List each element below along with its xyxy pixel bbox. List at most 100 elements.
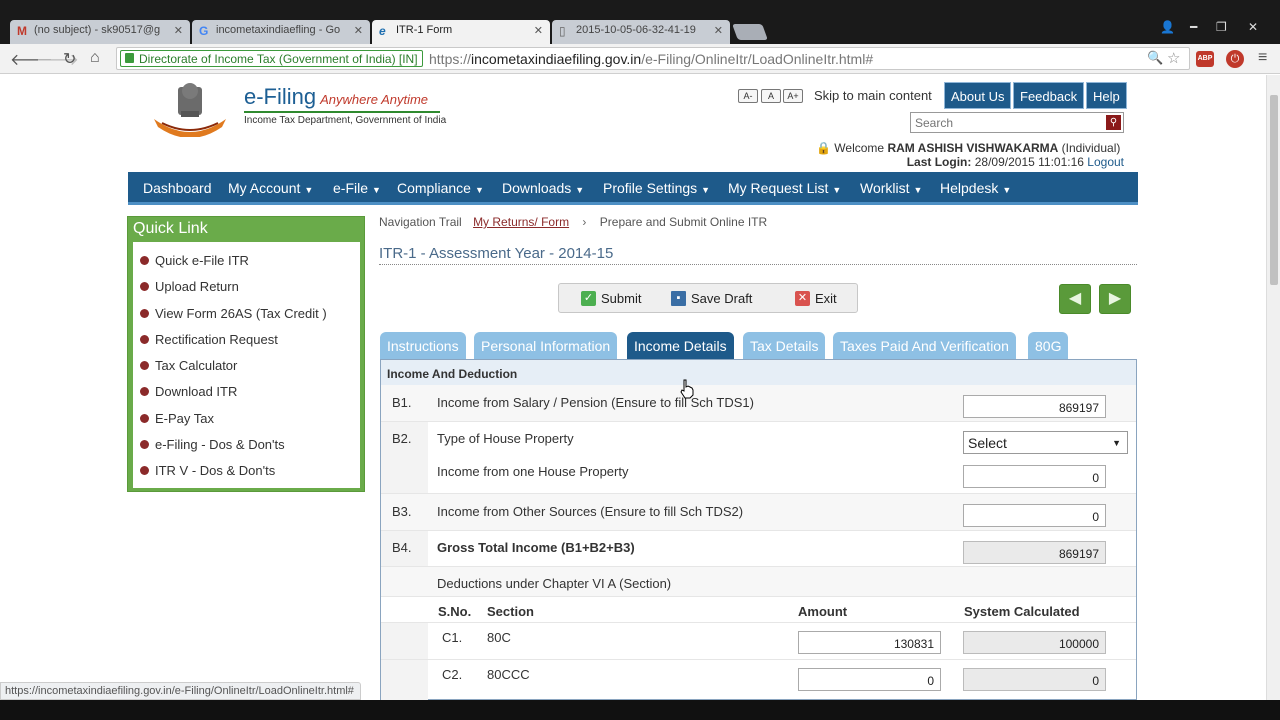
page-title: ITR-1 - Assessment Year - 2014-15 xyxy=(379,245,614,262)
quick-link-item[interactable]: Quick e-File ITR xyxy=(140,253,249,268)
menu-my-request-list[interactable]: My Request List ▼ xyxy=(728,180,841,196)
about-us-button[interactable]: About Us xyxy=(944,82,1012,109)
brand-title[interactable]: e-Filing Anywhere Anytime xyxy=(244,84,428,110)
user-profile-icon[interactable]: 👤 xyxy=(1160,20,1175,34)
tab-income-details[interactable]: Income Details xyxy=(627,332,734,359)
user-name: RAM ASHISH VISHWAKARMA xyxy=(887,141,1059,155)
save-draft-button[interactable]: ▪ Save Draft xyxy=(671,291,752,307)
section-name: 80C xyxy=(487,630,511,645)
brand-divider xyxy=(244,111,440,113)
previous-arrow-button[interactable]: ◀ xyxy=(1059,284,1091,314)
url-text[interactable]: https://incometaxindiaefiling.gov.in/e-F… xyxy=(429,51,873,67)
quick-link-list: Quick e-File ITR Upload Return View Form… xyxy=(133,242,360,488)
page-scrollbar[interactable] xyxy=(1266,75,1280,700)
search-icon[interactable]: ⚲ xyxy=(1106,115,1121,130)
caret-down-icon: ▼ xyxy=(1002,185,1012,195)
skip-to-main-link[interactable]: Skip to main content xyxy=(814,88,932,103)
quick-link-item[interactable]: Tax Calculator xyxy=(140,358,237,373)
search-input[interactable] xyxy=(911,113,1101,132)
quick-link-item[interactable]: Download ITR xyxy=(140,384,237,399)
menu-icon[interactable]: ≡ xyxy=(1258,49,1267,67)
next-arrow-button[interactable]: ▶ xyxy=(1099,284,1131,314)
home-icon[interactable]: ⌂ xyxy=(90,49,100,67)
menu-dashboard[interactable]: Dashboard xyxy=(143,180,212,196)
other-sources-income-field[interactable]: 0 xyxy=(963,504,1106,527)
font-decrease-button[interactable]: A- xyxy=(738,89,758,103)
window-close-icon[interactable]: ✕ xyxy=(1248,20,1258,34)
scrollbar-thumb[interactable] xyxy=(1270,95,1278,285)
exit-button[interactable]: ✕ Exit xyxy=(795,291,837,307)
new-tab-button[interactable] xyxy=(732,24,768,40)
tab-tax-details[interactable]: Tax Details xyxy=(743,332,826,359)
tab-instructions[interactable]: Instructions xyxy=(380,332,466,359)
menu-my-account[interactable]: My Account ▼ xyxy=(228,180,313,196)
house-property-income-field[interactable]: 0 xyxy=(963,465,1106,488)
bullet-icon xyxy=(140,361,149,371)
caret-down-icon: ▼ xyxy=(304,185,314,195)
income-details-form: Income And Deduction B1. Income from Sal… xyxy=(380,359,1137,700)
salary-income-field[interactable]: 869197 xyxy=(963,395,1106,418)
main-menu: Dashboard My Account ▼ e-File ▼ Compliance… xyxy=(128,172,1138,205)
gross-total-income-field: 869197 xyxy=(963,541,1106,564)
close-icon[interactable]: ✕ xyxy=(174,24,183,37)
house-property-type-select[interactable]: Select ▼ xyxy=(963,431,1128,454)
quick-link-item[interactable]: View Form 26AS (Tax Credit ) xyxy=(140,306,327,321)
menu-compliance[interactable]: Compliance ▼ xyxy=(397,180,484,196)
amount-80c-field[interactable]: 130831 xyxy=(798,631,941,654)
quick-link-item[interactable]: Upload Return xyxy=(140,279,239,294)
close-icon[interactable]: ✕ xyxy=(354,24,363,37)
row-number: C1. xyxy=(442,630,463,645)
feedback-button[interactable]: Feedback xyxy=(1013,82,1085,109)
tab-title: ITR-1 Form xyxy=(396,24,453,36)
submit-button[interactable]: ✓ Submit xyxy=(581,291,641,307)
bullet-icon xyxy=(140,414,149,424)
brand-tagline: Anywhere Anytime xyxy=(320,92,429,107)
browser-tab-google[interactable]: G incometaxindiaefling - Go ✕ xyxy=(192,20,370,44)
caret-down-icon: ▼ xyxy=(832,185,842,195)
form-row-deductions: Deductions under Chapter VI A (Section) xyxy=(381,567,1136,597)
restore-icon[interactable]: ❐ xyxy=(1216,20,1227,34)
row-number: B2. xyxy=(392,431,412,446)
tab-taxes-paid-verification[interactable]: Taxes Paid And Verification xyxy=(833,332,1016,359)
col-header-system-calculated: System Calculated xyxy=(964,604,1080,619)
emblem-logo xyxy=(154,83,226,137)
tab-title: incometaxindiaefling - Go xyxy=(216,24,341,36)
logout-link[interactable]: Logout xyxy=(1087,155,1124,169)
browser-tabstrip: M (no subject) - sk90517@g ✕ G incometax… xyxy=(0,0,1280,44)
close-icon[interactable]: ✕ xyxy=(534,24,543,37)
system-80c-field: 100000 xyxy=(963,631,1106,654)
extension-icon[interactable]: ⏻ xyxy=(1226,50,1244,68)
browser-tab-file[interactable]: ▯ 2015-10-05-06-32-41-19 ✕ xyxy=(552,20,730,44)
quick-link-panel: Quick Link Quick e-File ITR Upload Retur… xyxy=(127,216,365,492)
font-increase-button[interactable]: A+ xyxy=(783,89,803,103)
menu-downloads[interactable]: Downloads ▼ xyxy=(502,180,584,196)
ev-certificate-badge[interactable]: Directorate of Income Tax (Government of… xyxy=(120,50,423,67)
menu-helpdesk[interactable]: Helpdesk ▼ xyxy=(940,180,1011,196)
quick-link-item[interactable]: E-Pay Tax xyxy=(140,411,214,426)
col-header-sno: S.No. xyxy=(438,604,472,619)
menu-efile[interactable]: e-File ▼ xyxy=(333,180,381,196)
close-icon[interactable]: ✕ xyxy=(714,24,723,37)
menu-worklist[interactable]: Worklist ▼ xyxy=(860,180,922,196)
tab-80g[interactable]: 80G xyxy=(1028,332,1069,359)
browser-tab-gmail[interactable]: M (no subject) - sk90517@g ✕ xyxy=(10,20,190,44)
quick-link-item[interactable]: e-Filing - Dos & Don'ts xyxy=(140,437,285,452)
bullet-icon xyxy=(140,335,149,345)
adblock-icon[interactable]: ABP xyxy=(1196,51,1214,67)
minimize-icon[interactable]: ━ xyxy=(1190,20,1197,34)
tab-personal-information[interactable]: Personal Information xyxy=(474,332,618,359)
help-button[interactable]: Help xyxy=(1086,82,1127,109)
address-bar[interactable]: Directorate of Income Tax (Government of… xyxy=(116,47,1190,70)
quick-link-item[interactable]: Rectification Request xyxy=(140,332,278,347)
bookmark-star-icon[interactable]: ☆ xyxy=(1167,49,1180,67)
font-normal-button[interactable]: A xyxy=(761,89,781,103)
browser-tab-itr1[interactable]: e ITR-1 Form ✕ xyxy=(372,20,550,44)
screen-bottom-bar xyxy=(0,700,1280,720)
user-type: (Individual) xyxy=(1061,141,1121,155)
menu-profile-settings[interactable]: Profile Settings ▼ xyxy=(603,180,710,196)
breadcrumb-link[interactable]: My Returns/ Form xyxy=(473,215,569,229)
quick-link-item[interactable]: ITR V - Dos & Don'ts xyxy=(140,463,275,478)
reload-icon[interactable]: ↻ xyxy=(63,49,76,69)
amount-80ccc-field[interactable]: 0 xyxy=(798,668,941,691)
zoom-icon[interactable]: 🔍 xyxy=(1147,50,1163,66)
